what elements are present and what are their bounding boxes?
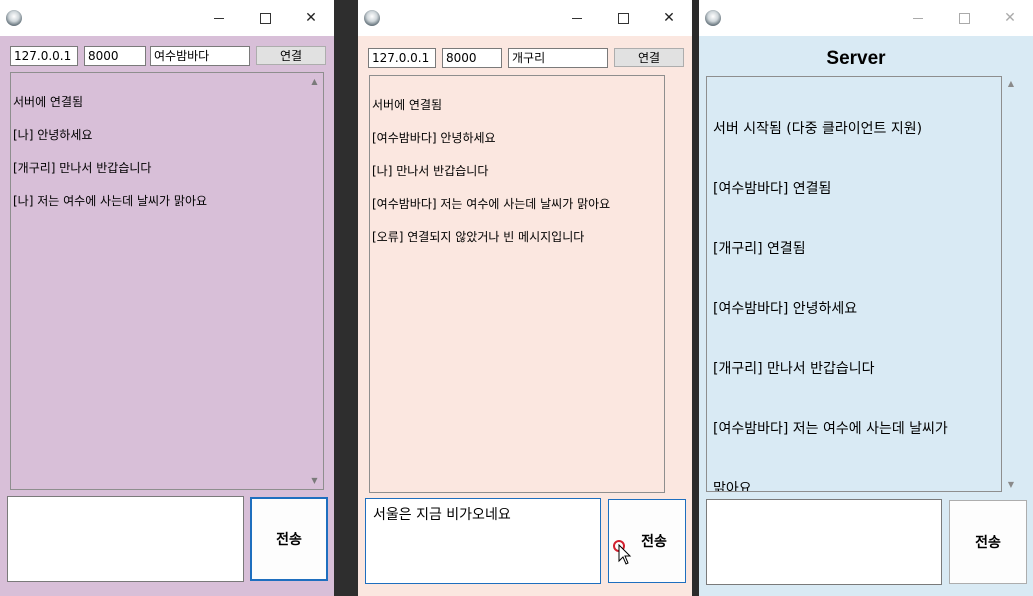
log-line: [개구리] 만나서 반갑습니다	[713, 361, 875, 377]
log-line: [오류] 연결되지 않았거나 빈 메시지입니다	[372, 230, 585, 244]
mouse-cursor-icon	[618, 544, 632, 565]
maximize-button[interactable]	[600, 0, 646, 36]
send-button-label: 전송	[641, 534, 667, 550]
log-line: 서버에 연결됨	[13, 95, 84, 109]
log-line: [나] 저는 여수에 사는데 날씨가 맑아요	[13, 194, 208, 208]
client-window-2: ✕ 127.0.0.1 8000 개구리 연결 서버에 연결됨 [여수밤바다] …	[358, 0, 692, 596]
maximize-button[interactable]	[941, 0, 987, 36]
log-line: [나] 만나서 반갑습니다	[372, 164, 489, 178]
scroll-down-icon[interactable]: ▼	[307, 473, 322, 488]
log-line: 서버 시작됨 (다중 클라이언트 지원)	[713, 121, 923, 137]
client-body: 127.0.0.1 8000 여수밤바다 연결 서버에 연결됨 [나] 안녕하세…	[0, 36, 334, 596]
desktop-background-2	[692, 0, 699, 596]
port-input[interactable]: 8000	[84, 46, 146, 66]
log-line: [개구리] 연결됨	[713, 241, 806, 257]
client-window-1: ✕ 127.0.0.1 8000 여수밤바다 연결 서버에 연결됨 [나] 안녕…	[0, 0, 334, 596]
log-line: 맑아요	[713, 481, 752, 492]
maximize-button[interactable]	[242, 0, 288, 36]
close-icon: ✕	[305, 10, 317, 26]
server-log[interactable]: 서버 시작됨 (다중 클라이언트 지원) [여수밤바다] 연결됨 [개구리] 연…	[706, 76, 1002, 492]
log-line: [여수밤바다] 안녕하세요	[372, 131, 496, 145]
connect-button[interactable]: 연결	[614, 48, 684, 67]
nickname-input[interactable]: 여수밤바다	[150, 46, 250, 66]
scroll-up-icon[interactable]: ▲	[307, 74, 322, 89]
minimize-icon	[214, 17, 224, 19]
port-input[interactable]: 8000	[442, 48, 502, 68]
log-line: [나] 안녕하세요	[13, 128, 93, 142]
send-button[interactable]: 전송	[250, 497, 328, 581]
app-icon	[705, 10, 721, 26]
send-button[interactable]: 전송	[949, 500, 1027, 584]
close-button[interactable]: ✕	[646, 0, 692, 36]
ip-input[interactable]: 127.0.0.1	[368, 48, 436, 68]
chat-log[interactable]: 서버에 연결됨 [나] 안녕하세요 [개구리] 만나서 반갑습니다 [나] 저는…	[10, 72, 324, 490]
app-icon	[364, 10, 380, 26]
connect-button[interactable]: 연결	[256, 46, 326, 65]
close-button[interactable]: ✕	[288, 0, 334, 36]
maximize-icon	[259, 12, 271, 24]
scrollbar[interactable]: ▲ ▼	[1004, 76, 1018, 492]
server-body: Server 서버 시작됨 (다중 클라이언트 지원) [여수밤바다] 연결됨 …	[699, 36, 1033, 596]
message-input[interactable]	[706, 499, 942, 585]
scrollbar[interactable]: ▲ ▼	[307, 74, 322, 488]
minimize-icon	[572, 17, 582, 19]
message-input[interactable]	[7, 496, 244, 582]
title-bar[interactable]: ✕	[699, 0, 1033, 36]
minimize-button[interactable]	[554, 0, 600, 36]
log-line: [개구리] 만나서 반갑습니다	[13, 161, 152, 175]
app-icon	[6, 10, 22, 26]
title-bar[interactable]: ✕	[0, 0, 334, 36]
title-bar[interactable]: ✕	[358, 0, 692, 36]
maximize-icon	[958, 12, 970, 24]
maximize-icon	[617, 12, 629, 24]
log-line: [여수밤바다] 저는 여수에 사는데 날씨가	[713, 421, 948, 437]
message-input[interactable]: 서울은 지금 비가오네요	[365, 498, 601, 584]
desktop-background	[334, 0, 358, 596]
log-line: 서버에 연결됨	[372, 98, 443, 112]
client-body: 127.0.0.1 8000 개구리 연결 서버에 연결됨 [여수밤바다] 안녕…	[358, 36, 692, 596]
server-title: Server	[826, 48, 886, 69]
minimize-button[interactable]	[196, 0, 242, 36]
minimize-icon	[913, 17, 923, 19]
ip-input[interactable]: 127.0.0.1	[10, 46, 78, 66]
log-line: [여수밤바다] 저는 여수에 사는데 날씨가 맑아요	[372, 197, 611, 211]
minimize-button[interactable]	[895, 0, 941, 36]
log-line: [여수밤바다] 안녕하세요	[713, 301, 858, 317]
scroll-up-icon[interactable]: ▲	[1004, 76, 1018, 91]
close-icon: ✕	[663, 10, 675, 26]
log-line: [여수밤바다] 연결됨	[713, 181, 832, 197]
close-button[interactable]: ✕	[987, 0, 1033, 36]
chat-log[interactable]: 서버에 연결됨 [여수밤바다] 안녕하세요 [나] 만나서 반갑습니다 [여수밤…	[369, 75, 665, 493]
close-icon: ✕	[1004, 10, 1016, 26]
scroll-down-icon[interactable]: ▼	[1004, 477, 1018, 492]
nickname-input[interactable]: 개구리	[508, 48, 608, 68]
server-window: ✕ Server 서버 시작됨 (다중 클라이언트 지원) [여수밤바다] 연결…	[699, 0, 1033, 596]
